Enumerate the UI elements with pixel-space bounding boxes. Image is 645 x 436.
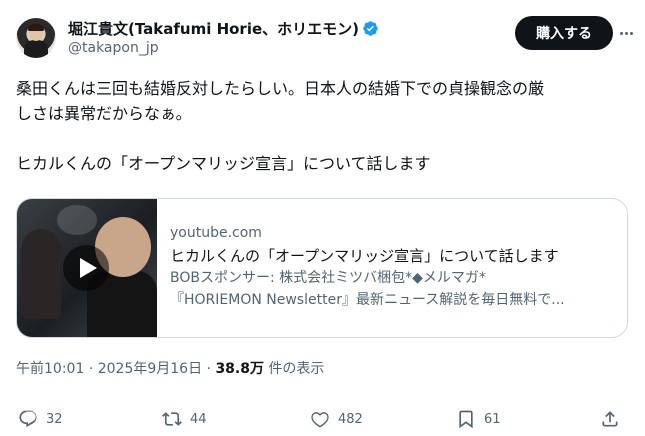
link-card-body[interactable]: youtube.com ヒカルくんの「オープンマリッジ宣言」について話します B… xyxy=(170,223,615,311)
author-display-name[interactable]: 堀江貴文(Takafumi Horie、ホリエモン) xyxy=(68,18,359,39)
like-button[interactable]: 482 xyxy=(310,408,363,430)
share-icon xyxy=(602,411,618,427)
play-icon[interactable] xyxy=(63,245,109,291)
share-button[interactable] xyxy=(600,408,620,430)
bookmark-button[interactable]: 61 xyxy=(456,408,501,430)
buy-button[interactable]: 購入する xyxy=(515,16,613,50)
meta-separator: · xyxy=(88,361,94,377)
tweet-date[interactable]: 2025年9月16日 xyxy=(98,361,202,377)
tweet-text-line: ヒカルくんの「オープンマリッジ宣言」について話します xyxy=(16,154,431,173)
link-card-desc-line: BOBスポンサー: 株式会社ミツバ梱包*◆メルマガ* xyxy=(170,270,486,286)
like-count: 482 xyxy=(338,411,363,427)
reply-icon xyxy=(19,410,37,427)
repost-icon xyxy=(162,412,182,426)
author-handle[interactable]: @takapon_jp xyxy=(68,40,379,56)
link-card-description: BOBスポンサー: 株式会社ミツバ梱包*◆メルマガ* 『HORIEMON New… xyxy=(170,267,615,311)
tweet-meta: 午前10:01 · 2025年9月16日 · 38.8万 件の表示 xyxy=(16,358,324,378)
link-card-desc-line: 『HORIEMON Newsletter』最新ニュース解説を毎日無料で... xyxy=(170,292,565,308)
verified-badge-icon xyxy=(363,20,378,36)
link-card[interactable]: youtube.com ヒカルくんの「オープンマリッジ宣言」について話します B… xyxy=(16,198,628,338)
bookmark-icon xyxy=(459,410,473,429)
author-info: 堀江貴文(Takafumi Horie、ホリエモン) @takapon_jp xyxy=(68,18,379,56)
avatar[interactable] xyxy=(16,18,56,58)
tweet-time[interactable]: 午前10:01 xyxy=(16,361,84,377)
meta-separator: · xyxy=(206,361,211,377)
action-bar: 32 44 482 61 xyxy=(16,408,629,430)
bookmark-count: 61 xyxy=(484,411,501,427)
link-card-title: ヒカルくんの「オープンマリッジ宣言」について話します xyxy=(170,247,559,265)
more-icon[interactable] xyxy=(615,20,637,46)
reply-count: 32 xyxy=(46,411,63,427)
tweet-text-line: 桑田くんは三回も結婚反対したらしい。日本人の結婚下での貞操観念の厳 xyxy=(16,79,545,98)
link-card-domain: youtube.com xyxy=(170,225,262,241)
video-thumbnail[interactable] xyxy=(17,199,157,337)
like-icon xyxy=(311,412,329,428)
repost-button[interactable]: 44 xyxy=(162,408,207,430)
view-count: 38.8万 xyxy=(215,361,264,377)
view-count-suffix: 件の表示 xyxy=(268,361,325,377)
repost-count: 44 xyxy=(190,411,207,427)
tweet-text: 桑田くんは三回も結婚反対したらしい。日本人の結婚下での貞操観念の厳 しさは異常だ… xyxy=(16,76,629,176)
reply-button[interactable]: 32 xyxy=(18,408,63,430)
tweet-header: 堀江貴文(Takafumi Horie、ホリエモン) @takapon_jp 購… xyxy=(16,16,633,60)
tweet-text-line: しさは異常だからなぁ。 xyxy=(16,104,192,123)
